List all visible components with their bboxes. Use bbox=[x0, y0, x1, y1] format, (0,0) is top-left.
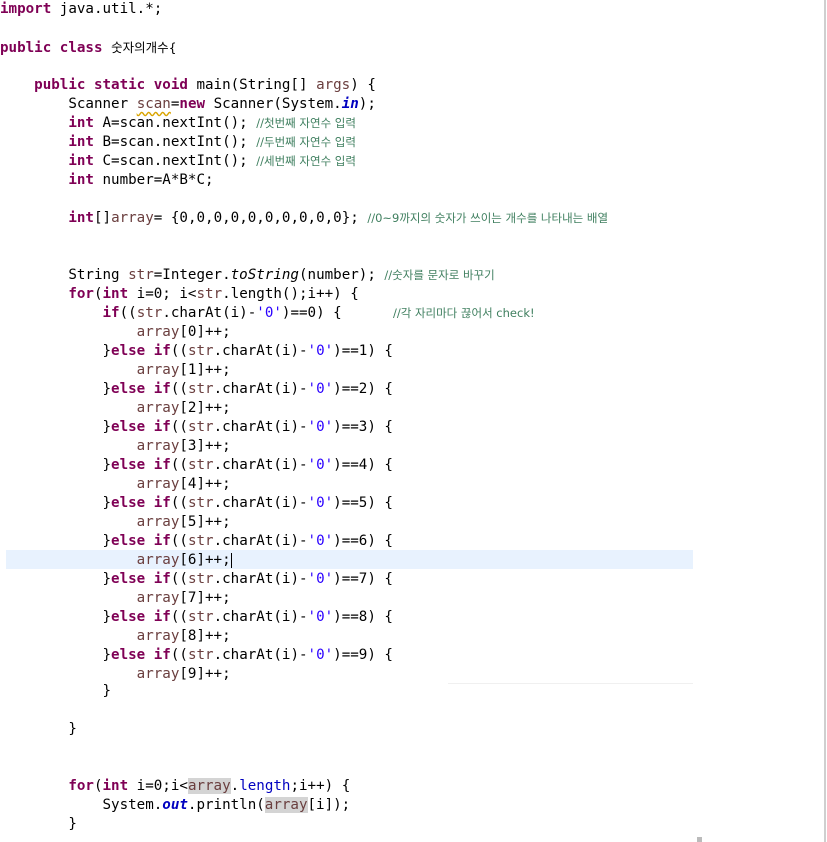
code-line-import: import java.util.*; bbox=[0, 1, 163, 17]
scroll-marker bbox=[697, 837, 702, 842]
code-line-inc-current: array[6]++; bbox=[136, 552, 232, 568]
code-line-inc: array[4]++; bbox=[136, 476, 231, 492]
code-line-inc: array[5]++; bbox=[136, 514, 231, 530]
code-line-scanner: Scanner scan=new Scanner(System.in); bbox=[68, 96, 376, 112]
code-line-inc: array[8]++; bbox=[136, 628, 231, 644]
code-line-inc: array[0]++; bbox=[136, 324, 231, 340]
code-line-int-a: int A=scan.nextInt(); //첫번째 자연수 입력 bbox=[68, 115, 356, 131]
code-line-int-c: int C=scan.nextInt(); //세번째 자연수 입력 bbox=[68, 153, 356, 169]
code-line-if: if((str.charAt(i)-'0')==0) { //각 자리마다 끊어… bbox=[102, 305, 535, 321]
text-cursor bbox=[230, 552, 232, 568]
code-line-close-for: } bbox=[68, 721, 77, 737]
code-line-elseif: }else if((str.charAt(i)-'0')==7) { bbox=[102, 571, 393, 587]
code-line-array-decl: int[]array= {0,0,0,0,0,0,0,0,0,0}; //0~9… bbox=[68, 210, 609, 226]
code-line-elseif: }else if((str.charAt(i)-'0')==8) { bbox=[102, 609, 393, 625]
code-line-inc: array[2]++; bbox=[136, 400, 231, 416]
code-line-main: public static void main(String[] args) { bbox=[34, 77, 376, 93]
code-line-elseif: }else if((str.charAt(i)-'0')==4) { bbox=[102, 457, 393, 473]
code-line-elseif: }else if((str.charAt(i)-'0')==3) { bbox=[102, 419, 393, 435]
code-line-for: for(int i=0; i<str.length();i++) { bbox=[68, 286, 359, 302]
code-editor[interactable]: import java.util.*; public class 숫자의개수{ … bbox=[0, 0, 827, 842]
code-line-inc: array[1]++; bbox=[136, 362, 231, 378]
code-line-for2: for(int i=0;i<array.length;i++) { bbox=[68, 778, 351, 794]
code-line-elseif: }else if((str.charAt(i)-'0')==5) { bbox=[102, 495, 393, 511]
code-line-inc: array[7]++; bbox=[136, 590, 231, 606]
code-line-close-if: } bbox=[102, 683, 112, 699]
code-line-inc: array[3]++; bbox=[136, 438, 231, 454]
code-line-class: public class 숫자의개수{ bbox=[0, 40, 177, 56]
code-line-elseif: }else if((str.charAt(i)-'0')==1) { bbox=[102, 343, 393, 359]
code-line-elseif: }else if((str.charAt(i)-'0')==9) { bbox=[102, 647, 393, 663]
code-line-close-for2: } bbox=[68, 816, 77, 832]
code-line-println: System.out.println(array[i]); bbox=[102, 797, 351, 813]
code-line-elseif: }else if((str.charAt(i)-'0')==6) { bbox=[102, 533, 393, 549]
code-line-string: String str=Integer.toString(number); //숫… bbox=[68, 267, 495, 283]
code-line-int-number: int number=A*B*C; bbox=[68, 172, 214, 188]
code-line-elseif: }else if((str.charAt(i)-'0')==2) { bbox=[102, 381, 393, 397]
code-line-int-b: int B=scan.nextInt(); //두번째 자연수 입력 bbox=[68, 134, 356, 150]
